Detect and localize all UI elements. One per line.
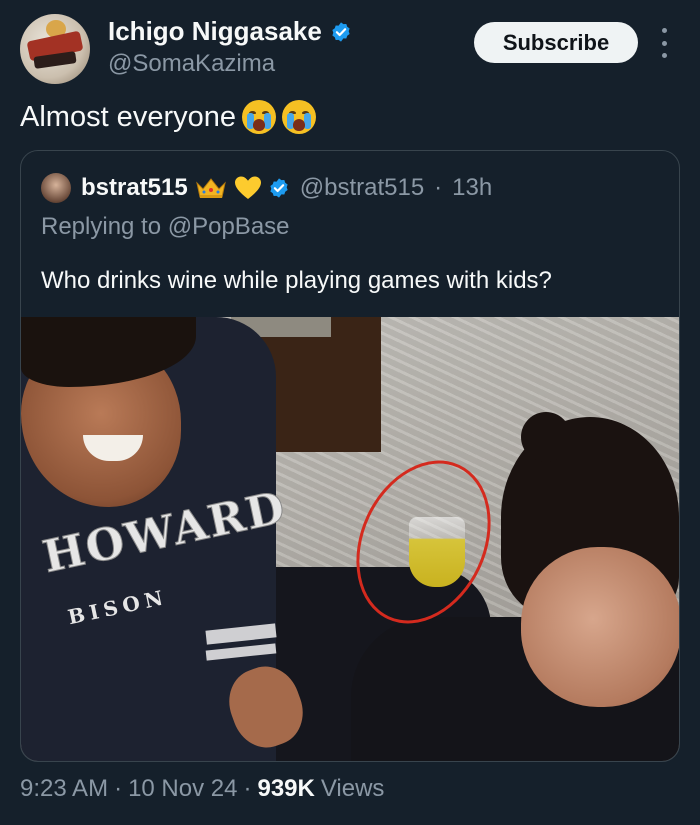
quoted-timestamp[interactable]: 13h	[452, 174, 492, 202]
author-display-name[interactable]: Ichigo Niggasake	[108, 16, 322, 47]
crown-icon	[195, 178, 226, 198]
emoji-mouth	[253, 119, 265, 131]
views-count[interactable]: 939K	[257, 775, 314, 803]
quoted-author-handle[interactable]: @bstrat515	[300, 174, 424, 202]
more-dot	[661, 53, 667, 58]
quoted-tweet-photo[interactable]: HOWARD BISON	[21, 317, 679, 761]
quoted-tweet-card[interactable]: bstrat515 @bstrat515 · 13h Replying to @…	[20, 150, 680, 762]
author-avatar[interactable]	[20, 14, 90, 84]
author-handle[interactable]: @SomaKazima	[108, 50, 275, 78]
quoted-separator: ·	[434, 174, 443, 201]
photo-girl-face	[521, 547, 679, 707]
crying-face-emoji-icon	[282, 100, 316, 134]
tweet-text: Almost everyone	[20, 100, 236, 133]
tweet-header: Ichigo Niggasake @SomaKazima Subscribe	[20, 14, 680, 84]
quoted-tweet-text: Who drinks wine while playing games with…	[41, 267, 552, 294]
quoted-author-avatar[interactable]	[41, 173, 71, 203]
emoji-tear	[304, 113, 311, 129]
quoted-author-name[interactable]: bstrat515	[81, 174, 188, 202]
quoted-tweet-header: bstrat515 @bstrat515 · 13h	[41, 171, 492, 205]
meta-separator: ·	[243, 775, 252, 802]
emoji-tear	[264, 113, 271, 129]
quoted-verified-badge-icon	[270, 178, 288, 198]
verified-badge-icon	[332, 21, 350, 42]
crying-face-emoji-icon	[242, 100, 276, 134]
tweet-time[interactable]: 9:23 AM	[20, 775, 108, 803]
more-vertical-icon[interactable]	[656, 28, 672, 58]
replying-to[interactable]: Replying to @PopBase	[41, 213, 290, 241]
tweet-meta: 9:23 AM · 10 Nov 24 · 939K Views	[20, 775, 384, 803]
photo-girl-bun	[521, 412, 571, 462]
author-name-row: Ichigo Niggasake	[108, 16, 352, 47]
more-dot	[661, 40, 667, 46]
tweet-text-row: Almost everyone	[20, 100, 316, 134]
tweet-date[interactable]: 10 Nov 24	[128, 775, 237, 803]
subscribe-button[interactable]: Subscribe	[474, 22, 638, 63]
yellow-heart-icon	[234, 176, 261, 199]
views-label[interactable]: Views	[321, 775, 385, 803]
emoji-mouth	[293, 119, 305, 131]
meta-separator: ·	[114, 775, 123, 802]
more-dot	[661, 28, 667, 33]
